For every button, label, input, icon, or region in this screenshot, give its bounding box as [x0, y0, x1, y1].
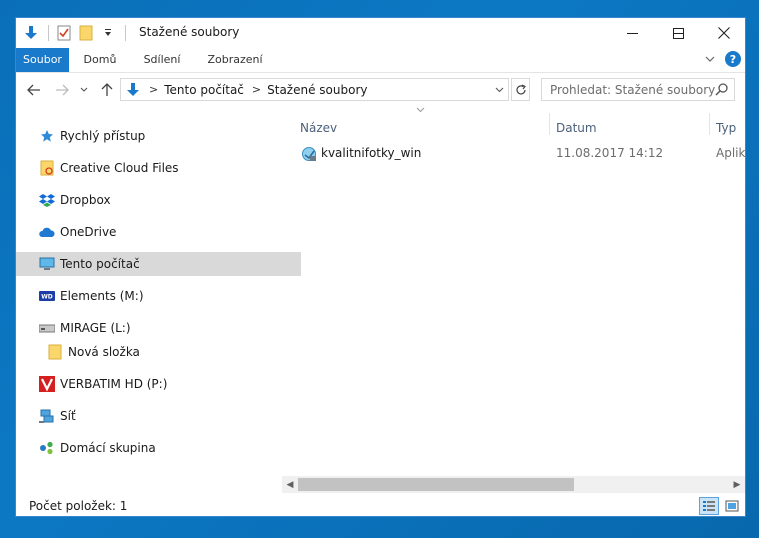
- refresh-button[interactable]: [511, 78, 530, 101]
- sidebar-item-label: Dropbox: [60, 193, 111, 207]
- help-icon[interactable]: ?: [725, 51, 741, 67]
- navigation-pane: Rychlý přístup Creative Cloud Files Drop…: [16, 107, 301, 487]
- close-window-button[interactable]: [701, 18, 745, 48]
- computer-icon: [38, 255, 56, 273]
- download-arrow-icon: [22, 24, 40, 42]
- item-count: Počet položek: 1: [29, 499, 128, 513]
- sidebar-item-label: OneDrive: [60, 225, 117, 239]
- breadcrumb-separator[interactable]: >: [149, 83, 158, 96]
- sidebar-item-label: Nová složka: [68, 345, 140, 359]
- breadcrumb-separator[interactable]: >: [252, 83, 261, 96]
- sidebar-item-label: Domácí skupina: [60, 441, 156, 455]
- expand-ribbon-icon[interactable]: [705, 52, 715, 66]
- horizontal-scrollbar[interactable]: ◀ ▶: [282, 476, 745, 493]
- drive-icon: [38, 319, 56, 337]
- onedrive-icon: [38, 223, 56, 241]
- scrollbar-thumb[interactable]: [298, 478, 574, 491]
- file-date: 11.08.2017 14:12: [556, 146, 664, 160]
- sidebar-item-label: Creative Cloud Files: [60, 161, 179, 175]
- file-row[interactable]: kvalitnifotky_win 11.08.2017 14:12 Aplik…: [282, 142, 745, 166]
- search-icon[interactable]: [715, 82, 729, 99]
- scroll-left-icon[interactable]: ◀: [282, 476, 298, 493]
- verbatim-drive-icon: [38, 375, 56, 393]
- sidebar-item-verbatim[interactable]: VERBATIM HD (P:): [16, 372, 301, 396]
- sidebar-item-new-folder[interactable]: Nová složka: [16, 340, 309, 364]
- explorer-window: Stažené soubory Soubor Domů Sdílení Zobr…: [15, 17, 746, 517]
- customize-dropdown-icon[interactable]: [99, 24, 117, 42]
- status-bar: Počet položek: 1: [16, 494, 745, 516]
- column-divider[interactable]: [709, 113, 710, 135]
- large-icons-view-button[interactable]: [722, 497, 742, 515]
- scroll-right-icon[interactable]: ▶: [729, 476, 745, 493]
- large-icons-view-icon: [725, 500, 739, 512]
- minimize-window-button[interactable]: [609, 18, 655, 48]
- wd-drive-icon: WD: [38, 287, 56, 305]
- column-divider[interactable]: [549, 113, 550, 135]
- properties-icon[interactable]: [55, 24, 73, 42]
- sidebar-item-network[interactable]: Síť: [16, 404, 301, 428]
- tab-home[interactable]: Domů: [76, 48, 124, 72]
- sort-indicator-icon: [416, 106, 425, 115]
- sidebar-item-this-pc[interactable]: Tento počítač: [16, 252, 301, 276]
- column-header-date[interactable]: Datum: [556, 121, 597, 135]
- search-placeholder: Prohledat: Stažené soubory: [550, 82, 716, 97]
- toolbar-separator: [125, 25, 126, 41]
- sidebar-item-label: VERBATIM HD (P:): [60, 377, 168, 391]
- tab-view[interactable]: Zobrazení: [200, 48, 270, 72]
- svg-text:WD: WD: [41, 294, 53, 301]
- creative-cloud-folder-icon: [38, 159, 56, 177]
- quick-access-toolbar: [22, 23, 132, 43]
- file-type: Aplika: [716, 146, 746, 160]
- star-icon: [38, 127, 56, 145]
- file-name: kvalitnifotky_win: [321, 146, 422, 160]
- back-button[interactable]: [23, 79, 45, 101]
- up-button[interactable]: [96, 79, 118, 101]
- sidebar-item-onedrive[interactable]: OneDrive: [16, 220, 301, 244]
- toolbar-separator: [48, 25, 49, 41]
- navigation-bar: > Tento počítač > Stažené soubory Prohle…: [16, 75, 745, 105]
- breadcrumb-this-pc[interactable]: Tento počítač: [164, 83, 244, 97]
- sidebar-item-label: MIRAGE (L:): [60, 321, 131, 335]
- dropbox-icon: [38, 191, 56, 209]
- ribbon-right-controls: ?: [705, 51, 741, 67]
- folder-icon: [46, 343, 64, 361]
- homegroup-icon: [38, 439, 56, 457]
- maximize-window-button[interactable]: [655, 18, 701, 48]
- sidebar-item-label: Tento počítač: [60, 257, 140, 271]
- sidebar-item-label: Elements (M:): [60, 289, 144, 303]
- sidebar-item-dropbox[interactable]: Dropbox: [16, 188, 301, 212]
- forward-button[interactable]: [51, 79, 73, 101]
- details-view-button[interactable]: [699, 497, 719, 515]
- sidebar-item-creative-cloud[interactable]: Creative Cloud Files: [16, 156, 301, 180]
- ribbon-tabs: Soubor Domů Sdílení Zobrazení ?: [16, 48, 745, 73]
- tab-file[interactable]: Soubor: [16, 48, 69, 72]
- file-list: Název Datum Typ kvalitnifotky_win 11.08.…: [282, 107, 745, 482]
- breadcrumb-downloads[interactable]: Stažené soubory: [267, 83, 367, 97]
- column-header-name[interactable]: Název: [300, 121, 337, 135]
- installer-file-icon: [301, 146, 317, 162]
- new-folder-icon[interactable]: [77, 24, 95, 42]
- sidebar-item-elements[interactable]: WD Elements (M:): [16, 284, 301, 308]
- sidebar-item-label: Rychlý přístup: [60, 129, 146, 143]
- sidebar-item-homegroup[interactable]: Domácí skupina: [16, 436, 301, 460]
- network-icon: [38, 407, 56, 425]
- search-input[interactable]: Prohledat: Stažené soubory: [541, 78, 735, 101]
- window-title: Stažené soubory: [139, 25, 240, 39]
- address-bar[interactable]: > Tento počítač > Stažené soubory: [120, 78, 509, 101]
- sidebar-item-mirage[interactable]: MIRAGE (L:): [16, 316, 301, 340]
- details-view-icon: [703, 501, 715, 511]
- recent-locations-dropdown[interactable]: [77, 79, 91, 101]
- downloads-folder-icon: [125, 82, 141, 98]
- column-header-type[interactable]: Typ: [716, 121, 736, 135]
- sidebar-item-quick-access[interactable]: Rychlý přístup: [16, 124, 301, 148]
- sidebar-item-label: Síť: [60, 409, 76, 423]
- tab-share[interactable]: Sdílení: [136, 48, 188, 72]
- address-history-dropdown[interactable]: [490, 79, 508, 100]
